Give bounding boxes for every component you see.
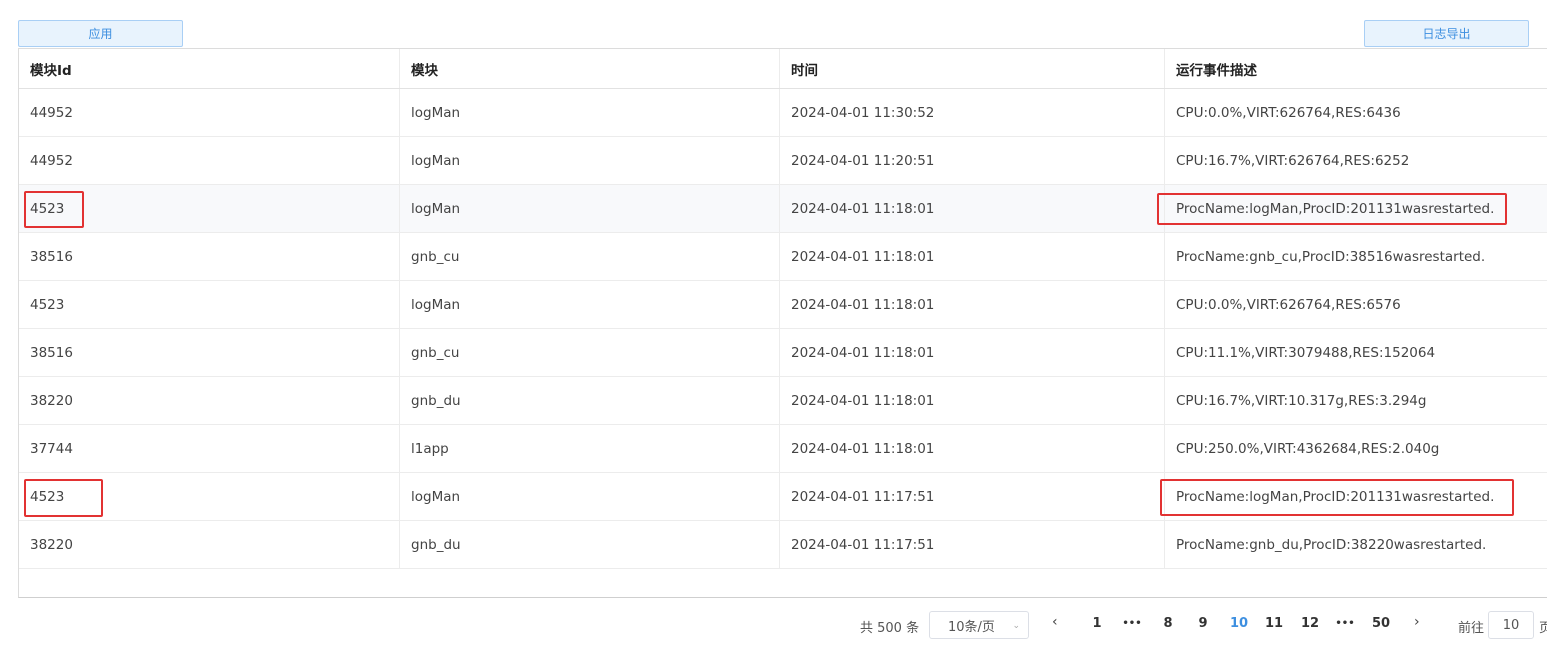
cell-module: logMan: [399, 89, 779, 136]
goto-label: 前往: [1458, 621, 1485, 636]
cell-event-description: CPU:0.0%,VIRT:626764,RES:6436: [1164, 89, 1547, 136]
cell-module-id: 38220: [30, 536, 73, 553]
cell-time: 2024-04-01 11:18:01: [779, 233, 1164, 280]
page-10-current[interactable]: 10: [1227, 616, 1251, 631]
cell-event-description: ProcName:gnb_du,ProcID:38220wasrestarted…: [1164, 521, 1547, 568]
cell-module-id: 38220: [30, 392, 73, 409]
cell-event-description: CPU:11.1%,VIRT:3079488,RES:152064: [1164, 329, 1547, 376]
cell-time: 2024-04-01 11:20:51: [779, 137, 1164, 184]
cell-time: 2024-04-01 11:30:52: [779, 89, 1164, 136]
prev-page-icon[interactable]: ‹: [1052, 614, 1058, 630]
cell-module-id: 4523: [30, 296, 65, 313]
cell-event-description: CPU:16.7%,VIRT:626764,RES:6252: [1164, 137, 1547, 184]
cell-module-id: 38516: [30, 248, 73, 265]
next-page-icon[interactable]: ›: [1414, 614, 1420, 630]
pagination: 共 500 条 10条/页 ⌄ ‹ 1 ••• 8 9 10 11 12 •••…: [0, 610, 1547, 640]
header-module-id[interactable]: 模块Id: [19, 49, 399, 88]
page-9[interactable]: 9: [1191, 616, 1215, 631]
event-log-table: 模块Id 模块 时间 运行事件描述 44952 logMan 2024-04-0…: [18, 48, 1547, 598]
cell-event-description: ProcName:logMan,ProcID:201131wasrestarte…: [1164, 185, 1547, 232]
cell-time: 2024-04-01 11:18:01: [779, 377, 1164, 424]
page-8[interactable]: 8: [1156, 616, 1180, 631]
page-size-select[interactable]: 10条/页 ⌄: [929, 611, 1029, 639]
header-event-description[interactable]: 运行事件描述: [1164, 49, 1547, 88]
page-size-value: 10条/页: [948, 619, 995, 635]
cell-module-id: 44952: [30, 152, 73, 169]
page-12[interactable]: 12: [1298, 616, 1322, 631]
cell-time: 2024-04-01 11:17:51: [779, 521, 1164, 568]
table-header-row: 模块Id 模块 时间 运行事件描述: [19, 49, 1547, 89]
cell-time: 2024-04-01 11:17:51: [779, 473, 1164, 520]
page-ellipsis-next[interactable]: •••: [1333, 618, 1357, 629]
cell-event-description: CPU:0.0%,VIRT:626764,RES:6576: [1164, 281, 1547, 328]
cell-module: gnb_du: [399, 521, 779, 568]
cell-module-id: 44952: [30, 104, 73, 121]
cell-module: logMan: [399, 137, 779, 184]
page-11[interactable]: 11: [1262, 616, 1286, 631]
header-module[interactable]: 模块: [399, 49, 779, 88]
cell-event-description: ProcName:logMan,ProcID:201131wasrestarte…: [1164, 473, 1547, 520]
cell-module: l1app: [399, 425, 779, 472]
cell-time: 2024-04-01 11:18:01: [779, 425, 1164, 472]
cell-event-description: CPU:250.0%,VIRT:4362684,RES:2.040g: [1164, 425, 1547, 472]
cell-module: logMan: [399, 473, 779, 520]
table-row[interactable]: 44952 logMan 2024-04-01 11:20:51 CPU:16.…: [19, 137, 1547, 185]
cell-module-id: 4523: [30, 488, 65, 505]
table-row[interactable]: 4523 logMan 2024-04-01 11:17:51 ProcName…: [19, 473, 1547, 521]
header-time[interactable]: 时间: [779, 49, 1164, 88]
table-row[interactable]: 4523 logMan 2024-04-01 11:18:01 ProcName…: [19, 185, 1547, 233]
cell-module: gnb_cu: [399, 233, 779, 280]
page-ellipsis-prev[interactable]: •••: [1120, 618, 1144, 629]
cell-module: gnb_cu: [399, 329, 779, 376]
cell-module-id: 4523: [30, 200, 65, 217]
table-row[interactable]: 38220 gnb_du 2024-04-01 11:17:51 ProcNam…: [19, 521, 1547, 569]
table-row[interactable]: 37744 l1app 2024-04-01 11:18:01 CPU:250.…: [19, 425, 1547, 473]
cell-module: gnb_du: [399, 377, 779, 424]
cell-module: logMan: [399, 281, 779, 328]
table-row[interactable]: 38516 gnb_cu 2024-04-01 11:18:01 ProcNam…: [19, 233, 1547, 281]
chevron-down-icon: ⌄: [1012, 621, 1020, 631]
cell-time: 2024-04-01 11:18:01: [779, 281, 1164, 328]
table-row[interactable]: 4523 logMan 2024-04-01 11:18:01 CPU:0.0%…: [19, 281, 1547, 329]
table-row[interactable]: 44952 logMan 2024-04-01 11:30:52 CPU:0.0…: [19, 89, 1547, 137]
table-row[interactable]: 38516 gnb_cu 2024-04-01 11:18:01 CPU:11.…: [19, 329, 1547, 377]
cell-time: 2024-04-01 11:18:01: [779, 329, 1164, 376]
page-50[interactable]: 50: [1369, 616, 1393, 631]
cell-event-description: CPU:16.7%,VIRT:10.317g,RES:3.294g: [1164, 377, 1547, 424]
goto-suffix: 页: [1539, 621, 1547, 636]
cell-module-id: 37744: [30, 440, 73, 457]
goto-page-input[interactable]: 10: [1488, 611, 1534, 639]
cell-time: 2024-04-01 11:18:01: [779, 185, 1164, 232]
cell-event-description: ProcName:gnb_cu,ProcID:38516wasrestarted…: [1164, 233, 1547, 280]
log-export-button[interactable]: 日志导出: [1364, 20, 1529, 47]
apply-button[interactable]: 应用: [18, 20, 183, 47]
pagination-total: 共 500 条: [860, 621, 920, 636]
cell-module-id: 38516: [30, 344, 73, 361]
table-row[interactable]: 38220 gnb_du 2024-04-01 11:18:01 CPU:16.…: [19, 377, 1547, 425]
cell-module: logMan: [399, 185, 779, 232]
page-1[interactable]: 1: [1085, 616, 1109, 631]
